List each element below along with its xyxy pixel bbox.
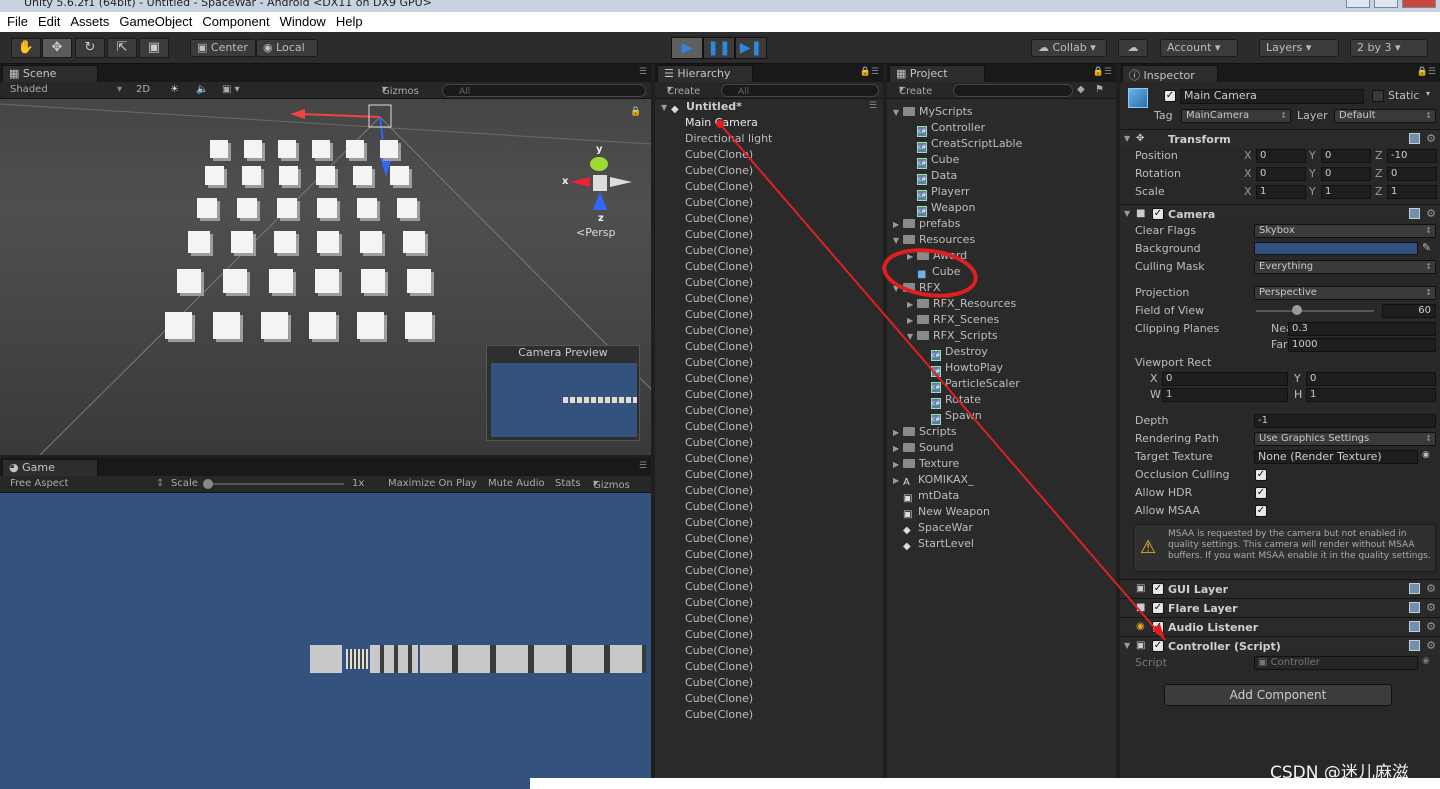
watermark-text: CSDN @迷儿麻滋 bbox=[1270, 763, 1409, 783]
annotation-dot bbox=[716, 120, 724, 128]
annotation-overlay bbox=[716, 120, 1166, 641]
annotation-circle bbox=[882, 248, 978, 298]
